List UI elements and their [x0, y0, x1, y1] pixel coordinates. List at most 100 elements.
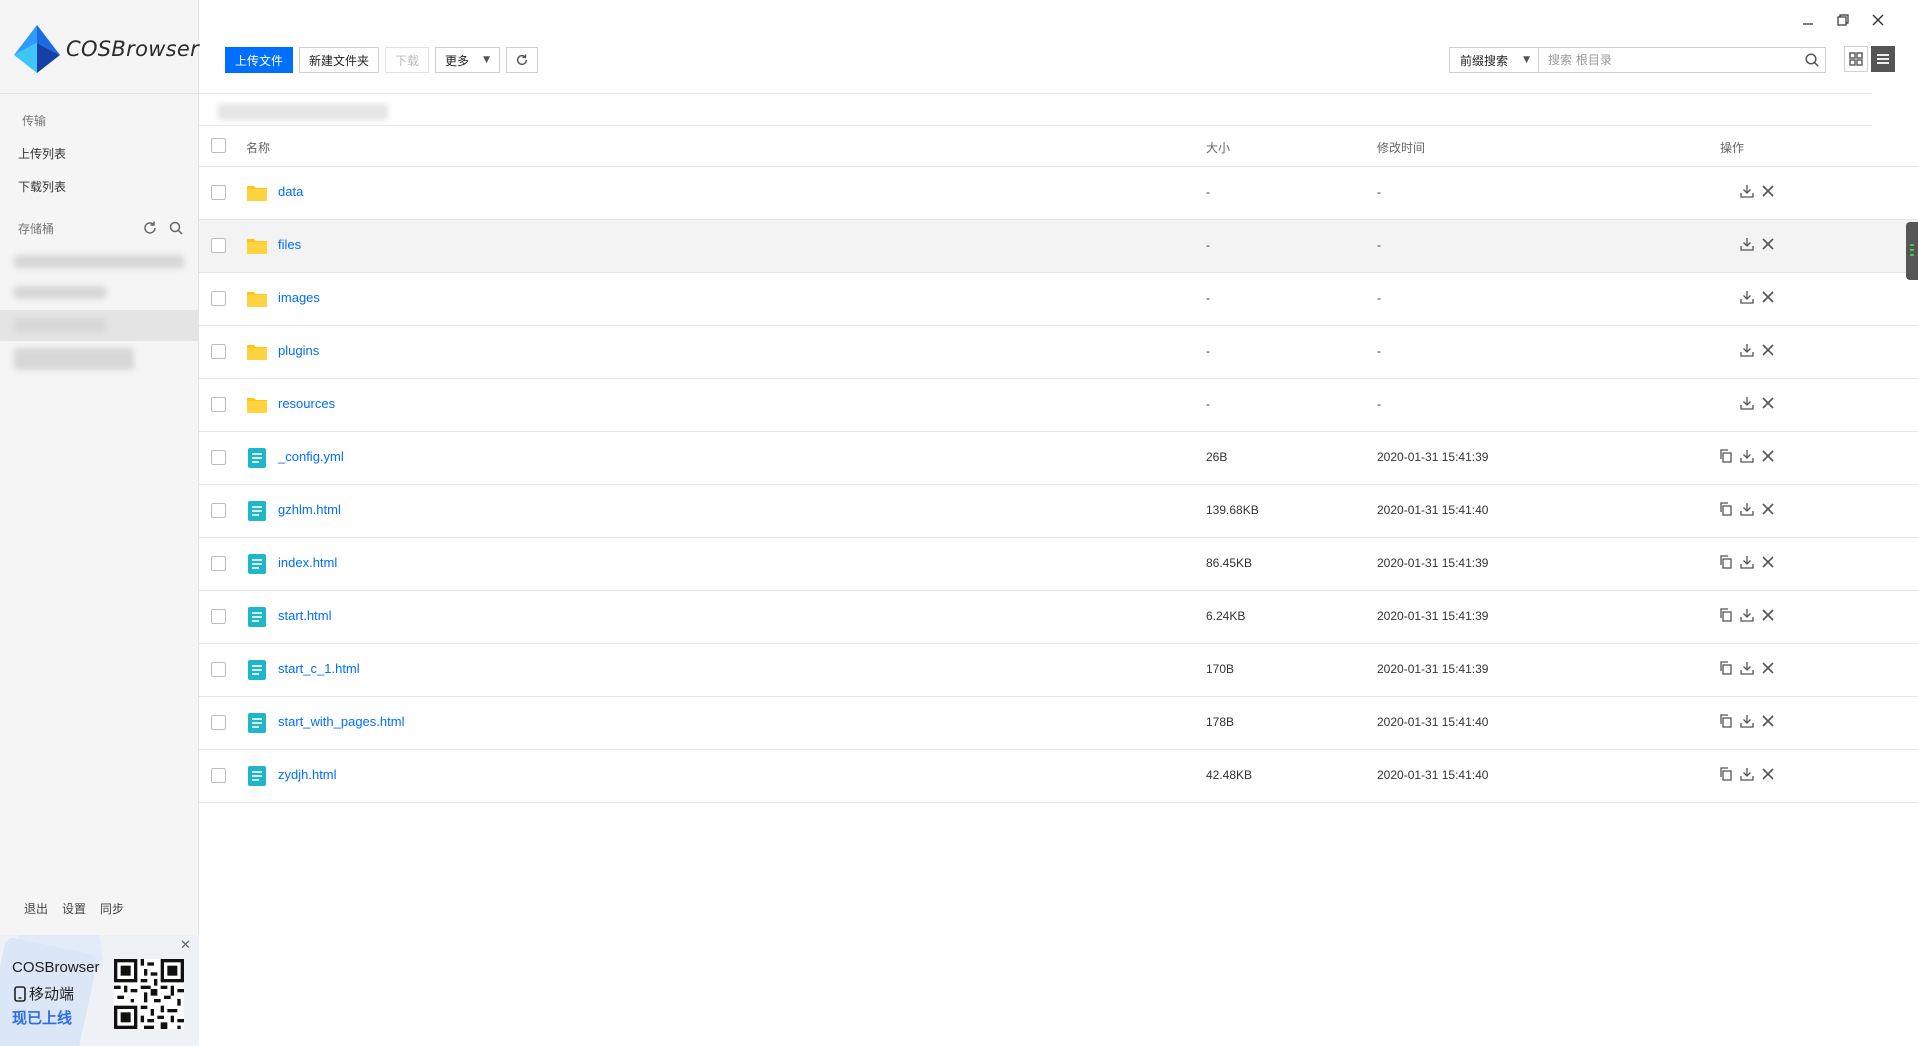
table-row[interactable]: data - - — [199, 167, 1918, 220]
table-row[interactable]: start.html 6.24KB 2020-01-31 15:41:39 — [199, 591, 1918, 644]
file-name-link[interactable]: plugins — [278, 343, 319, 358]
table-row[interactable]: zydjh.html 42.48KB 2020-01-31 15:41:40 — [199, 750, 1918, 803]
sync-button[interactable]: 同步 — [100, 900, 124, 917]
restore-icon[interactable] — [1835, 12, 1851, 28]
refresh-button[interactable] — [505, 47, 538, 73]
grid-view-button[interactable] — [1844, 46, 1868, 72]
download-icon[interactable] — [1740, 502, 1756, 518]
row-checkbox[interactable] — [211, 662, 226, 677]
download-icon[interactable] — [1740, 343, 1756, 359]
table-row[interactable]: index.html 86.45KB 2020-01-31 15:41:39 — [199, 538, 1918, 591]
row-checkbox[interactable] — [211, 291, 226, 306]
download-icon[interactable] — [1740, 237, 1756, 253]
bucket-item[interactable] — [0, 342, 199, 373]
refresh-buckets-icon[interactable] — [142, 220, 158, 236]
file-name-link[interactable]: start_with_pages.html — [278, 714, 404, 729]
copy-link-icon[interactable] — [1719, 449, 1735, 465]
column-modified[interactable]: 修改时间 — [1377, 139, 1425, 156]
file-name-link[interactable]: images — [278, 290, 320, 305]
download-icon[interactable] — [1740, 661, 1756, 677]
search-input[interactable] — [1539, 47, 1826, 73]
copy-link-icon[interactable] — [1719, 767, 1735, 783]
row-checkbox[interactable] — [211, 556, 226, 571]
download-icon[interactable] — [1740, 608, 1756, 624]
download-icon[interactable] — [1740, 396, 1756, 412]
select-all-checkbox[interactable] — [211, 138, 226, 153]
logout-button[interactable]: 退出 — [24, 900, 48, 917]
search-icon[interactable] — [1804, 52, 1820, 68]
file-name-link[interactable]: index.html — [278, 555, 337, 570]
file-name-link[interactable]: files — [278, 237, 301, 252]
file-name-link[interactable]: start.html — [278, 608, 331, 623]
delete-icon[interactable] — [1761, 502, 1777, 518]
sidebar-item-upload-list[interactable]: 上传列表 — [18, 145, 66, 162]
row-checkbox[interactable] — [211, 768, 226, 783]
settings-button[interactable]: 设置 — [62, 900, 86, 917]
delete-icon[interactable] — [1761, 396, 1777, 412]
table-row[interactable]: gzhlm.html 139.68KB 2020-01-31 15:41:40 — [199, 485, 1918, 538]
upload-file-button[interactable]: 上传文件 — [225, 47, 294, 73]
table-row[interactable]: _config.yml 26B 2020-01-31 15:41:39 — [199, 432, 1918, 485]
delete-icon[interactable] — [1761, 767, 1777, 783]
delete-icon[interactable] — [1761, 343, 1777, 359]
delete-icon[interactable] — [1761, 661, 1777, 677]
copy-link-icon[interactable] — [1719, 714, 1735, 730]
download-icon[interactable] — [1740, 555, 1756, 571]
download-icon[interactable] — [1740, 184, 1756, 200]
copy-link-icon[interactable] — [1719, 608, 1735, 624]
row-checkbox[interactable] — [211, 503, 226, 518]
table-row[interactable]: resources - - — [199, 379, 1918, 432]
close-window-icon[interactable] — [1870, 12, 1886, 28]
file-name-link[interactable]: start_c_1.html — [278, 661, 360, 676]
copy-link-icon[interactable] — [1719, 555, 1735, 571]
download-icon[interactable] — [1740, 449, 1756, 465]
delete-icon[interactable] — [1761, 184, 1777, 200]
row-checkbox[interactable] — [211, 185, 226, 200]
table-row[interactable]: start_c_1.html 170B 2020-01-31 15:41:39 — [199, 644, 1918, 697]
row-checkbox[interactable] — [211, 397, 226, 412]
row-checkbox[interactable] — [211, 450, 226, 465]
column-size[interactable]: 大小 — [1206, 139, 1230, 156]
delete-icon[interactable] — [1761, 555, 1777, 571]
close-icon[interactable]: ✕ — [180, 938, 191, 953]
table-row[interactable]: start_with_pages.html 178B 2020-01-31 15:4… — [199, 697, 1918, 750]
bucket-item[interactable] — [0, 277, 199, 308]
row-checkbox[interactable] — [211, 715, 226, 730]
minimize-icon[interactable] — [1800, 12, 1816, 28]
sidebar-item-download-list[interactable]: 下载列表 — [18, 178, 66, 195]
bucket-item-selected[interactable] — [0, 310, 199, 341]
side-drawer-handle[interactable] — [1906, 222, 1918, 280]
delete-icon[interactable] — [1761, 449, 1777, 465]
table-row[interactable]: images - - — [199, 273, 1918, 326]
more-dropdown[interactable]: 更多 ▼ — [435, 47, 500, 73]
delete-icon[interactable] — [1761, 714, 1777, 730]
row-checkbox[interactable] — [211, 344, 226, 359]
bucket-item[interactable] — [0, 246, 199, 277]
search-mode-select[interactable]: 前缀搜索 ▼ — [1449, 47, 1539, 73]
copy-link-icon[interactable] — [1719, 661, 1735, 677]
file-name-link[interactable]: resources — [278, 396, 335, 411]
delete-icon[interactable] — [1761, 237, 1777, 253]
download-button[interactable]: 下载 — [385, 47, 430, 73]
table-row[interactable]: plugins - - — [199, 326, 1918, 379]
file-name-link[interactable]: data — [278, 184, 303, 199]
file-modified: 2020-01-31 15:41:39 — [1377, 556, 1489, 570]
file-name-link[interactable]: gzhlm.html — [278, 502, 341, 517]
sidebar: COSBrowser 传输 上传列表 下载列表 存储桶 退出 设置 同步 ✕ C… — [0, 0, 199, 1046]
list-view-button[interactable] — [1871, 46, 1895, 72]
file-name-link[interactable]: zydjh.html — [278, 767, 337, 782]
download-icon[interactable] — [1740, 714, 1756, 730]
search-buckets-icon[interactable] — [168, 220, 184, 236]
column-name[interactable]: 名称 — [246, 139, 270, 156]
copy-link-icon[interactable] — [1719, 502, 1735, 518]
delete-icon[interactable] — [1761, 290, 1777, 306]
delete-icon[interactable] — [1761, 608, 1777, 624]
row-checkbox[interactable] — [211, 609, 226, 624]
new-folder-button[interactable]: 新建文件夹 — [299, 47, 380, 73]
file-name-link[interactable]: _config.yml — [278, 449, 344, 464]
breadcrumb[interactable] — [218, 104, 388, 120]
download-icon[interactable] — [1740, 290, 1756, 306]
row-checkbox[interactable] — [211, 238, 226, 253]
table-row[interactable]: files - - — [199, 220, 1918, 273]
download-icon[interactable] — [1740, 767, 1756, 783]
